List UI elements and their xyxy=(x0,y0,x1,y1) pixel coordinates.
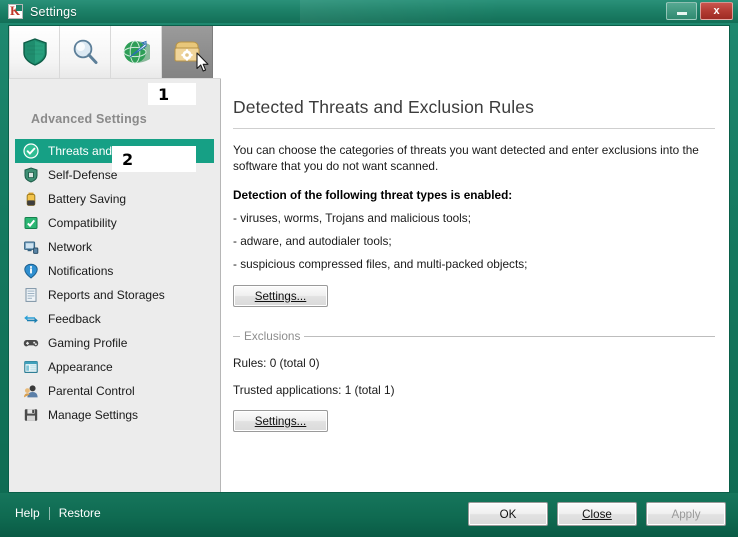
sidebar-item-label: Reports and Storages xyxy=(48,288,165,302)
sidebar-heading: Advanced Settings xyxy=(31,112,147,126)
exclusions-settings-button[interactable]: Settings... xyxy=(233,410,328,432)
sidebar-item-label: Parental Control xyxy=(48,384,135,398)
toolbar xyxy=(9,26,729,87)
shield-icon xyxy=(22,38,47,66)
sidebar-item-label: Notifications xyxy=(48,264,114,278)
ok-button[interactable]: OK xyxy=(468,502,548,526)
sidebar-item-appearance[interactable]: Appearance xyxy=(9,355,220,379)
annotation-marker-1: 1 xyxy=(148,83,196,105)
exclusions-group-header: Exclusions xyxy=(233,329,715,343)
sidebar-item-compatibility[interactable]: Compatibility xyxy=(9,211,220,235)
settings-window: K Settings x xyxy=(0,0,738,537)
scan-tab[interactable] xyxy=(60,26,111,78)
dialog-buttons: OK Close Apply xyxy=(468,502,726,526)
sidebar-item-feedback[interactable]: Feedback xyxy=(9,307,220,331)
globe-update-icon xyxy=(123,40,150,64)
restore-link[interactable]: Restore xyxy=(59,506,101,520)
self-defense-shield-icon xyxy=(23,167,39,183)
sidebar-item-battery-saving[interactable]: Battery Saving xyxy=(9,187,220,211)
check-shield-icon xyxy=(23,143,39,159)
close-dialog-button-label: Close xyxy=(582,507,612,521)
compatibility-check-icon xyxy=(23,215,39,231)
sidebar-item-label: Manage Settings xyxy=(48,408,139,422)
sidebar-item-notifications[interactable]: Notifications xyxy=(9,259,220,283)
protection-center-tab[interactable] xyxy=(9,26,60,78)
toolbar-spacer xyxy=(213,26,729,78)
client-area: Advanced Settings Threats and Exclusions xyxy=(8,25,730,493)
group-line xyxy=(304,335,715,337)
sidebar-item-network[interactable]: Network xyxy=(9,235,220,259)
sidebar-item-reports-and-storages[interactable]: Reports and Storages xyxy=(9,283,220,307)
status-links: Help Restore xyxy=(15,506,101,520)
sidebar: Advanced Settings Threats and Exclusions xyxy=(9,79,221,492)
battery-icon xyxy=(23,191,39,207)
mouse-cursor xyxy=(196,52,209,72)
detection-settings-button[interactable]: Settings... xyxy=(233,285,328,307)
window-controls: x xyxy=(666,2,733,20)
trusted-applications-count: Trusted applications: 1 (total 1) xyxy=(233,383,395,397)
minimize-icon xyxy=(676,12,687,15)
apply-button: Apply xyxy=(646,502,726,526)
sidebar-nav-list: Threats and Exclusions Self-Defense Batt… xyxy=(9,139,220,427)
apply-button-label: Apply xyxy=(671,507,701,521)
sidebar-item-label: Gaming Profile xyxy=(48,336,128,350)
sidebar-item-label: Appearance xyxy=(48,360,113,374)
detection-settings-button-label: Settings... xyxy=(254,289,307,303)
parental-control-user-icon xyxy=(23,383,39,399)
sidebar-item-label: Battery Saving xyxy=(48,192,127,206)
annotation-marker-2: 2 xyxy=(112,146,196,172)
close-dialog-button[interactable]: Close xyxy=(557,502,637,526)
threat-type-item: - adware, and autodialer tools; xyxy=(233,234,392,248)
exclusions-group-title: Exclusions xyxy=(244,329,301,343)
title-bar: K Settings x xyxy=(0,0,738,23)
sidebar-item-manage-settings[interactable]: Manage Settings xyxy=(9,403,220,427)
info-balloon-icon xyxy=(23,263,39,279)
sidebar-item-label: Self-Defense xyxy=(48,168,118,182)
sidebar-item-label: Network xyxy=(48,240,93,254)
appearance-window-icon xyxy=(23,359,39,375)
gamepad-icon xyxy=(23,335,39,351)
sidebar-item-parental-control[interactable]: Parental Control xyxy=(9,379,220,403)
sidebar-item-gaming-profile[interactable]: Gaming Profile xyxy=(9,331,220,355)
detection-heading: Detection of the following threat types … xyxy=(233,188,513,202)
sidebar-item-label: Compatibility xyxy=(48,216,117,230)
threat-type-item: - viruses, worms, Trojans and malicious … xyxy=(233,211,471,225)
intro-text: You can choose the categories of threats… xyxy=(233,143,699,173)
exclusions-group: Exclusions Rules: 0 (total 0) Trusted ap… xyxy=(233,329,715,432)
floppy-disk-icon xyxy=(23,407,39,423)
network-monitor-icon xyxy=(23,239,39,255)
content-panel: Detected Threats and Exclusion Rules You… xyxy=(222,79,729,492)
status-separator xyxy=(48,506,50,520)
feedback-arrows-icon xyxy=(23,311,39,327)
page-title: Detected Threats and Exclusion Rules xyxy=(233,97,534,117)
ok-button-label: OK xyxy=(499,507,517,521)
exclusion-rules-count: Rules: 0 (total 0) xyxy=(233,356,320,370)
group-dash xyxy=(233,335,240,337)
threat-type-item: - suspicious compressed files, and multi… xyxy=(233,257,528,271)
close-icon: x xyxy=(713,5,720,17)
close-button[interactable]: x xyxy=(700,2,733,20)
update-tab[interactable] xyxy=(111,26,162,78)
window-title: Settings xyxy=(30,4,77,19)
minimize-button[interactable] xyxy=(666,2,697,20)
magnifier-icon xyxy=(73,39,98,64)
kaspersky-logo-icon: K xyxy=(8,3,23,19)
status-bar: Help Restore OK Close Apply xyxy=(0,493,738,537)
sidebar-item-label: Feedback xyxy=(48,312,101,326)
title-divider xyxy=(233,128,715,129)
exclusions-settings-button-label: Settings... xyxy=(254,414,307,428)
report-page-icon xyxy=(23,287,39,303)
help-link[interactable]: Help xyxy=(15,506,40,520)
